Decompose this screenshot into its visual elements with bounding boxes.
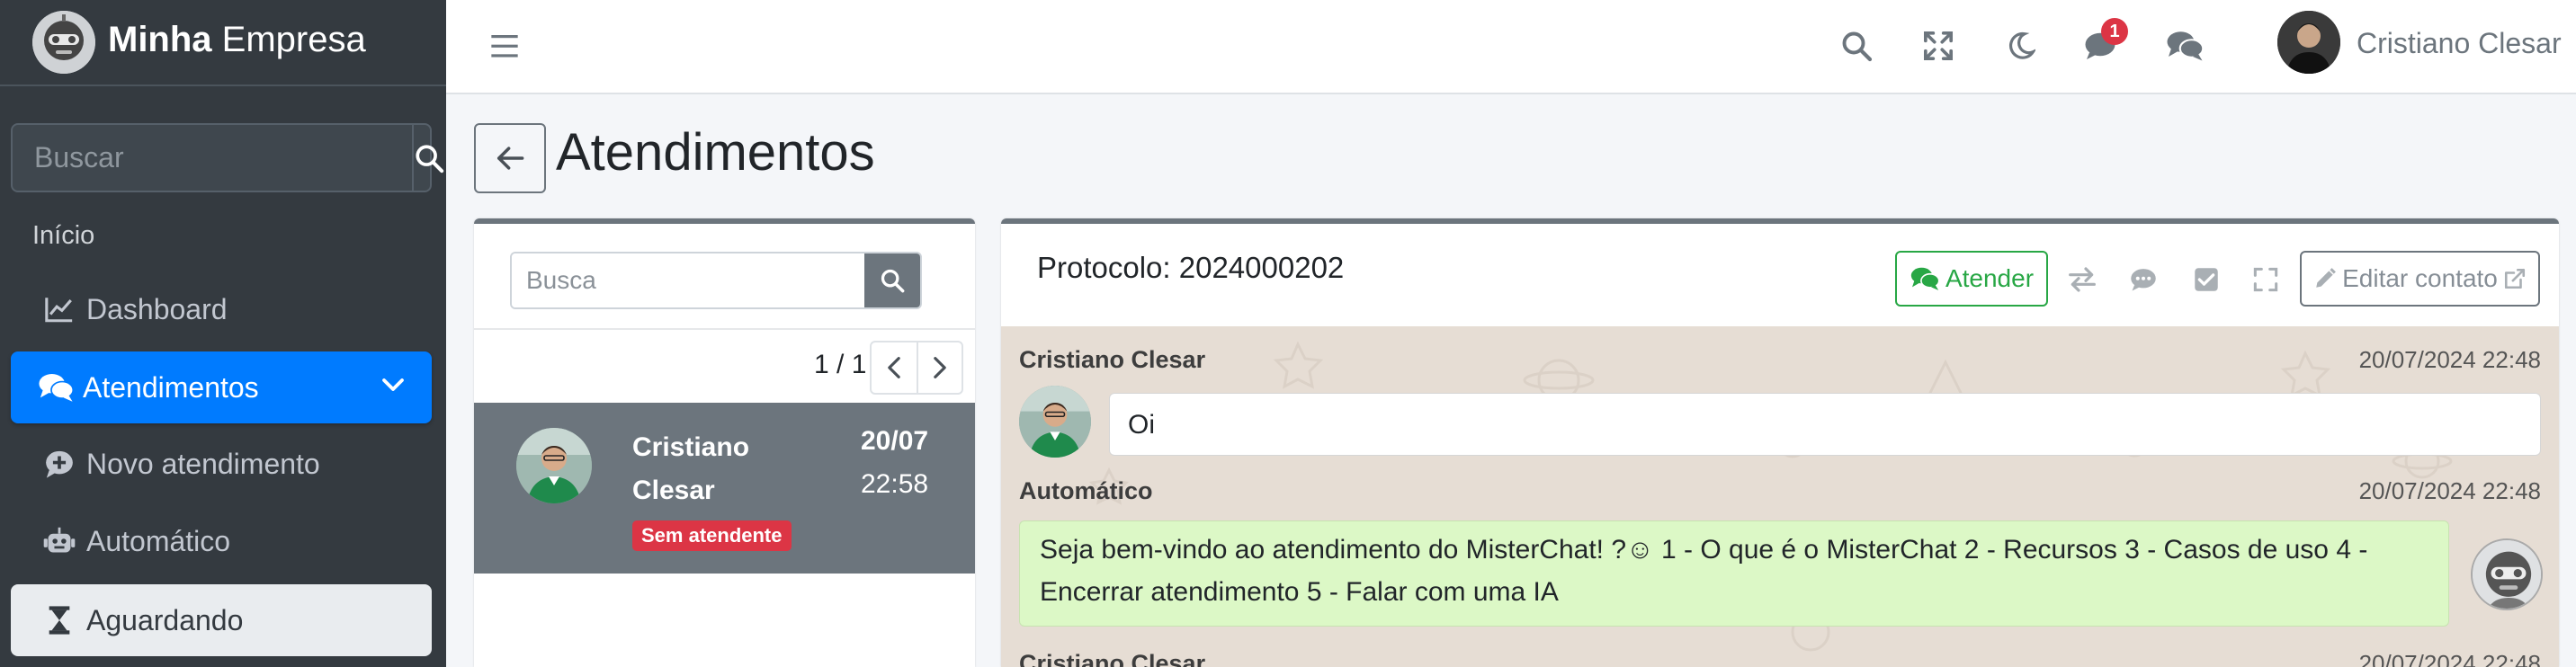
bot-message-bubble: Seja bem-vindo ao atendimento do MisterC… (1019, 520, 2449, 627)
user-name[interactable]: Cristiano Clesar (2357, 27, 2562, 60)
fullscreen-icon[interactable] (1918, 25, 1959, 67)
list-search (510, 252, 922, 309)
expand-icon[interactable] (2248, 262, 2284, 298)
atender-label: Atender (1945, 264, 2035, 292)
search-icon[interactable] (1836, 25, 1877, 67)
atender-button[interactable]: Atender (1895, 251, 2048, 307)
conversation-date: 20/07 (861, 426, 929, 456)
comments-icon[interactable] (2164, 25, 2205, 67)
nav-section-header: Início (32, 221, 95, 250)
sidebar-search-input[interactable] (13, 125, 412, 191)
comment-dots-icon[interactable] (2125, 262, 2161, 298)
sidebar-item-label: Atendimentos (83, 370, 259, 404)
message-time: 20/07/2024 22:48 (2358, 650, 2541, 667)
transfer-icon[interactable] (2064, 262, 2100, 298)
robot-icon (41, 523, 77, 559)
chevron-down-icon (380, 371, 407, 405)
bot-avatar (2471, 538, 2543, 610)
back-button[interactable] (474, 123, 546, 193)
external-link-icon (2504, 268, 2525, 289)
sidebar-search-button[interactable] (412, 125, 444, 191)
message-bubble: Oi (1109, 393, 2541, 456)
chat-messages[interactable]: Cristiano Clesar 20/07/2024 22:48 Oi Aut… (1001, 326, 2559, 667)
sidebar-item-atendimentos[interactable]: Atendimentos (11, 351, 432, 423)
pencil-icon (2316, 268, 2337, 288)
status-badge: Sem atendente (632, 520, 792, 551)
chevron-right-icon (934, 357, 946, 378)
next-page-button[interactable] (917, 342, 962, 393)
contact-avatar (516, 428, 592, 503)
sidebar-item-novo-atendimento[interactable]: Novo atendimento (11, 428, 432, 500)
page-title: Atendimentos (556, 123, 875, 182)
moon-icon[interactable] (2000, 25, 2042, 67)
notifications-chat-icon[interactable]: 1 (2080, 18, 2128, 67)
list-search-input[interactable] (512, 253, 864, 307)
message-time: 20/07/2024 22:48 (2358, 477, 2541, 504)
sidebar-item-label: Novo atendimento (86, 447, 320, 480)
search-icon (416, 144, 444, 173)
pager (870, 341, 963, 395)
brand-name: Minha Empresa (108, 20, 366, 59)
sidebar-item-dashboard[interactable]: Dashboard (11, 273, 432, 345)
chat-card: Protocolo: 2024000202 Atender Editar con… (1001, 218, 2559, 667)
editar-contato-label: Editar contato (2342, 264, 2498, 292)
sidebar-search (11, 123, 444, 192)
brand-logo (32, 11, 95, 74)
editar-contato-button[interactable]: Editar contato (2300, 251, 2540, 307)
chevron-left-icon (888, 357, 900, 378)
message-author: Automático (1019, 477, 1153, 504)
list-search-button[interactable] (864, 253, 920, 307)
divider (474, 328, 975, 330)
notification-badge: 1 (2101, 18, 2128, 45)
message-author: Cristiano Clesar (1019, 650, 1206, 667)
sidebar-item-automatico[interactable]: Automático (11, 505, 432, 577)
chart-line-icon (41, 291, 77, 327)
conversation-time: 22:58 (861, 469, 929, 499)
menu-toggle-icon[interactable] (484, 25, 525, 67)
hourglass-icon (41, 602, 77, 638)
search-icon (881, 269, 905, 293)
protocol-number: Protocolo: 2024000202 (1037, 251, 1345, 284)
sidebar-item-label: Dashboard (86, 292, 228, 325)
check-square-icon[interactable] (2188, 262, 2224, 298)
brand-link[interactable]: Minha Empresa (0, 0, 446, 86)
topbar: 1 Cristiano Clesar (446, 0, 2576, 94)
pager-text: 1 / 1 (814, 350, 867, 379)
message-avatar (1019, 386, 1091, 458)
comments-icon (1910, 267, 1940, 290)
conversation-contact-name: Cristiano Clesar (632, 432, 750, 505)
conversation-list-card: 1 / 1 Cristiano Clesar 20/07 22:58 Sem a… (474, 218, 975, 667)
sidebar-item-label: Automático (86, 524, 231, 557)
sidebar-item-label: Aguardando (86, 603, 244, 636)
conversation-item[interactable]: Cristiano Clesar 20/07 22:58 Sem atenden… (474, 403, 975, 574)
prev-page-button[interactable] (872, 342, 917, 393)
message-time: 20/07/2024 22:48 (2358, 346, 2541, 373)
comment-plus-icon (41, 446, 77, 482)
comments-icon (38, 369, 74, 405)
sidebar: Minha Empresa Início Dashboard Atendimen… (0, 0, 446, 667)
sidebar-item-aguardando[interactable]: Aguardando (11, 584, 432, 656)
message-author: Cristiano Clesar (1019, 346, 1206, 373)
arrow-left-icon (496, 147, 524, 170)
user-avatar[interactable] (2277, 11, 2340, 74)
